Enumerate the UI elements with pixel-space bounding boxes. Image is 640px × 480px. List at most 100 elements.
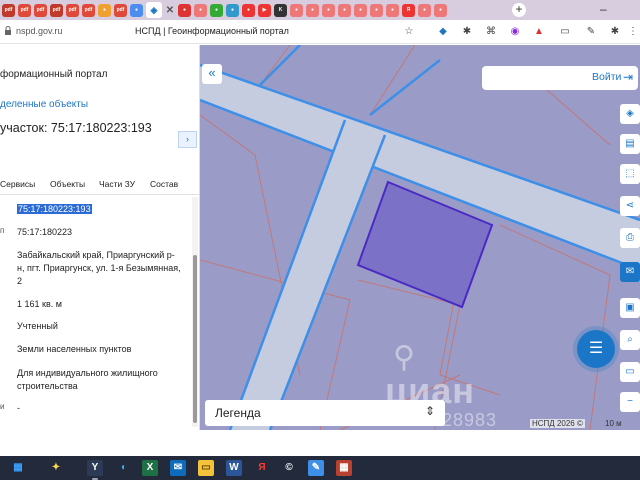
area-value: 1 161 кв. м [17, 299, 62, 309]
tab-page[interactable]: ● [354, 3, 367, 17]
start-icon[interactable]: ▦ [10, 460, 26, 476]
tab-services[interactable]: Сервисы [0, 179, 35, 189]
map-scale: 10 м [605, 419, 622, 428]
permitted-use-value: Для индивидуального жилищного строительс… [17, 368, 158, 391]
word-icon[interactable]: W [226, 460, 242, 476]
cadastral-number-value[interactable]: 75:17:180223:193 [17, 203, 182, 216]
tab-page[interactable]: ● [242, 3, 255, 17]
minus-icon[interactable]: − [620, 392, 640, 412]
watermark: циан [385, 370, 476, 411]
extension-icon[interactable]: ⌘ [484, 25, 498, 39]
tab-parts[interactable]: Части ЗУ [99, 179, 135, 189]
map-copyright: НСПД 2026 © [530, 419, 585, 428]
extension-icon[interactable]: ◉ [508, 25, 522, 39]
quarter-number-value: 75:17:180223 [17, 227, 73, 237]
tab-page[interactable]: ● [290, 3, 303, 17]
tab-page[interactable]: ● [226, 3, 239, 17]
tab-page[interactable]: ● [98, 3, 111, 17]
tab-pdf[interactable]: pdf [18, 3, 31, 17]
minimize-button[interactable]: – [600, 2, 607, 16]
select-area-icon[interactable]: ⬚ [620, 164, 640, 184]
file-explorer-icon[interactable]: ▭ [198, 460, 214, 476]
panel-scrollbar-thumb[interactable] [193, 255, 197, 423]
tab-close-icon[interactable]: ✕ [165, 4, 175, 17]
tab-page[interactable]: ● [386, 3, 399, 17]
bookmark-icon[interactable]: ☆ [402, 25, 416, 39]
status-value: Учтенный [17, 321, 58, 331]
road-edge [369, 59, 441, 116]
selected-text[interactable]: 75:17:180223:193 [17, 204, 92, 214]
game-icon[interactable]: ▦ [336, 460, 352, 476]
mail-icon[interactable]: ✉ [620, 262, 640, 282]
tab-page[interactable]: ● [194, 3, 207, 17]
tab-pdf[interactable]: pdf [2, 3, 15, 17]
panel-tabs: Сервисы Объекты Части ЗУ Состав [0, 175, 199, 195]
tab-page[interactable]: ● [322, 3, 335, 17]
url-text[interactable]: nspd.gov.ru [16, 26, 62, 36]
tab-page[interactable]: ● [434, 3, 447, 17]
search-location-icon[interactable]: ⌕ [620, 330, 640, 350]
tab-page[interactable]: ● [306, 3, 319, 17]
attribute-label: п [0, 226, 5, 235]
tab-page[interactable]: ● [210, 3, 223, 17]
share-icon[interactable]: ⋖ [620, 196, 640, 216]
parcel-heading: участок: 75:17:180223:193 [0, 121, 152, 135]
ruler-icon[interactable]: ▤ [620, 134, 640, 154]
app-icon[interactable]: © [281, 460, 297, 476]
collapse-panel-button[interactable]: « [202, 64, 222, 84]
paint-icon[interactable]: ✎ [308, 460, 324, 476]
selected-objects-link[interactable]: деленные объекты [0, 99, 88, 110]
yandex-icon[interactable]: Я [254, 460, 270, 476]
tab-pdf[interactable]: pdf [34, 3, 47, 17]
battery-icon[interactable]: ▭ [558, 25, 572, 39]
info-panel: формационный портал деленные объекты уча… [0, 45, 200, 430]
extension-icon[interactable]: ✱ [460, 25, 474, 39]
attribute-label: и [0, 402, 5, 411]
tabs-next-button[interactable]: › [178, 131, 197, 148]
tab-page[interactable]: Я [402, 3, 415, 17]
extension-icon[interactable]: ◆ [436, 25, 450, 39]
tab-composition[interactable]: Состав [150, 179, 178, 189]
new-tab-button[interactable]: + [512, 3, 526, 17]
tab-page[interactable]: pdf [66, 3, 79, 17]
extensions-icon[interactable]: ✱ [608, 25, 622, 39]
window-icon[interactable]: ▣ [620, 298, 640, 318]
weather-icon[interactable]: ✦ [48, 460, 64, 476]
tab-page[interactable]: ▶ [258, 3, 271, 17]
land-category-value: Земли населенных пунктов [17, 344, 132, 354]
address-bar: nspd.gov.ru НСПД | Геоинформационный пор… [0, 20, 640, 44]
road [230, 120, 385, 430]
tab-page[interactable]: ● [178, 3, 191, 17]
tab-objects[interactable]: Объекты [50, 179, 85, 189]
outlook-icon[interactable]: ✉ [170, 460, 186, 476]
login-button[interactable]: Войти ⇥ [482, 66, 638, 90]
extension-icon[interactable]: ▲ [532, 25, 546, 39]
tab-page[interactable]: ● [370, 3, 383, 17]
login-icon: ⇥ [623, 70, 634, 84]
watermark-id: ID 328983 [405, 410, 498, 430]
yandex-browser-icon[interactable]: Y [87, 460, 103, 476]
edge-icon[interactable]: ◐ [116, 460, 132, 476]
layers-icon[interactable]: ◈ [620, 104, 640, 124]
browser-tab-strip: pdf pdf pdf pdf pdf pdf ● pdf ● ◈ ✕ ● ● … [0, 0, 640, 20]
extension-icon[interactable]: ✎ [584, 25, 598, 39]
tab-active-nspd[interactable]: ◈ [146, 2, 162, 18]
tab-page[interactable]: ● [130, 3, 143, 17]
tab-pdf[interactable]: pdf [50, 3, 63, 17]
legend-label: Легенда [215, 406, 261, 420]
tab-page[interactable]: ● [338, 3, 351, 17]
chat-button[interactable]: ☰ [577, 330, 615, 368]
menu-icon[interactable]: ⋮ [626, 25, 640, 39]
tab-page[interactable]: pdf [114, 3, 127, 17]
site-info-icon[interactable] [4, 26, 12, 36]
print-icon[interactable]: ⎙ [620, 228, 640, 248]
attribute-value: - [17, 403, 20, 413]
tab-page[interactable]: ● [418, 3, 431, 17]
login-label: Войти [592, 71, 622, 83]
excel-icon[interactable]: X [142, 460, 158, 476]
taskbar: ▦ ✦ Y ◐ X ✉ ▭ W Я © ✎ ▦ [0, 456, 640, 480]
monitor-icon[interactable]: ▭ [620, 362, 640, 382]
tab-page[interactable]: pdf [82, 3, 95, 17]
address-value: Забайкальский край, Приаргунский р-н, пг… [17, 250, 181, 286]
tab-page[interactable]: K [274, 3, 287, 17]
